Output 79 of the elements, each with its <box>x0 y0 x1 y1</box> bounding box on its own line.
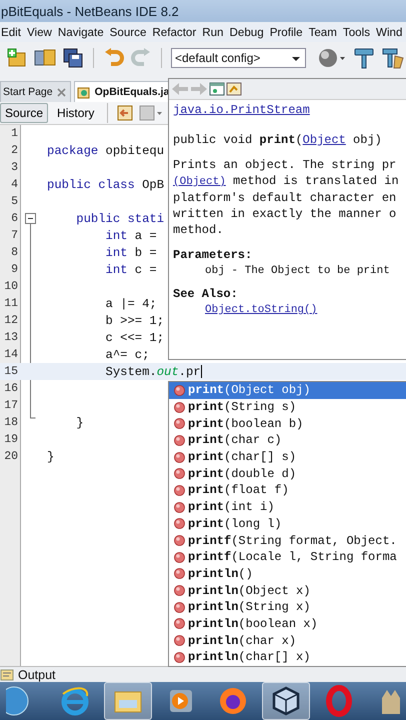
line-number: 20 <box>3 450 18 463</box>
see-also-link[interactable]: Object.toString() <box>205 304 318 316</box>
line-number: 11 <box>3 297 18 310</box>
section-heading: Parameters: <box>173 248 252 262</box>
description-line: platform's default character en <box>173 190 398 206</box>
code-line: } <box>75 416 84 430</box>
line-number: 6 <box>10 212 18 225</box>
menu-item[interactable]: Source <box>110 26 146 38</box>
code-line: c <<= 1; <box>104 330 164 344</box>
line-number: 2 <box>10 144 18 157</box>
completion-item[interactable]: println(char x) <box>169 632 406 649</box>
line-number: 13 <box>3 331 18 344</box>
line-number: 15 <box>3 365 18 378</box>
menu-item[interactable]: View <box>26 26 52 38</box>
line-number: 16 <box>3 382 18 395</box>
editor-tab[interactable]: Start Page <box>0 81 71 102</box>
completion-item[interactable]: print(long l) <box>169 516 406 532</box>
menu-item[interactable]: Edit <box>1 26 21 38</box>
completion-item[interactable]: print(char c) <box>169 432 406 449</box>
editor-view-tab[interactable]: History <box>52 103 100 123</box>
description-line: written in exactly the manner o <box>173 206 398 222</box>
description-line: Prints an object. The string pr <box>173 157 398 173</box>
line-number: 18 <box>3 416 18 429</box>
code-line: public stati <box>75 212 164 226</box>
completion-item[interactable]: print(double d) <box>169 465 406 482</box>
line-number: 19 <box>3 433 18 446</box>
section-heading: See Also: <box>173 287 238 301</box>
line-number: 12 <box>3 314 18 327</box>
line-number: 3 <box>10 161 18 174</box>
code-line: System.out.pr <box>104 364 202 378</box>
window-title: pBitEquals - NetBeans IDE 8.2 <box>1 4 179 18</box>
completion-item[interactable]: print(boolean b) <box>169 415 406 432</box>
completion-item[interactable]: println(char[] x) <box>169 649 406 666</box>
completion-item[interactable]: println(String x) <box>169 598 406 616</box>
menu-item[interactable]: Debug <box>230 26 264 38</box>
menu-item[interactable]: Wind <box>376 26 402 38</box>
menu-item[interactable]: Run <box>202 26 224 38</box>
code-line: public class OpB <box>47 178 164 192</box>
line-number: 8 <box>10 246 18 259</box>
code-line: int c = <box>104 262 157 276</box>
menu-item[interactable]: Navigate <box>58 26 104 38</box>
code-line: } <box>47 450 54 464</box>
type-link[interactable]: (Object) <box>173 176 226 188</box>
class-link[interactable]: java.io.PrintStream <box>173 103 310 117</box>
editor-view-tab[interactable]: Source <box>0 103 48 123</box>
code-line: package opbitequ <box>47 144 164 158</box>
type-link[interactable]: Object <box>302 133 346 147</box>
code-line: int a = <box>104 228 157 242</box>
line-number: 14 <box>3 348 18 361</box>
description-line: (Object) method is translated in <box>173 173 399 190</box>
menu-item[interactable]: Tools <box>342 26 370 38</box>
completion-item[interactable]: print(float f) <box>169 482 406 499</box>
menu-item[interactable]: Team <box>308 26 337 38</box>
completion-item[interactable]: println() <box>169 566 406 582</box>
method-signature: public void print(Object obj) <box>173 133 382 147</box>
line-number: 7 <box>10 229 18 242</box>
description-line: method. <box>173 222 224 238</box>
code-line: int b = <box>104 246 157 260</box>
line-number: 17 <box>3 399 18 412</box>
completion-item[interactable]: print(String s) <box>169 398 406 416</box>
completion-item[interactable]: println(boolean x) <box>169 616 406 632</box>
code-line: b >>= 1; <box>104 314 164 328</box>
line-number: 9 <box>10 263 18 276</box>
menu-item[interactable]: Profile <box>270 26 303 38</box>
menu-item[interactable]: Refactor <box>152 26 196 38</box>
config-dropdown[interactable]: <default config> <box>171 48 306 68</box>
line-number: 5 <box>10 195 18 208</box>
completion-item[interactable]: printf(Locale l, String forma <box>169 548 406 566</box>
completion-item[interactable]: print(Object obj) <box>169 382 406 399</box>
completion-item[interactable]: println(Object x) <box>169 582 406 599</box>
line-number: 1 <box>10 127 18 140</box>
parameter-description: obj - The Object to be print <box>205 265 390 277</box>
line-number: 10 <box>3 280 18 293</box>
completion-item[interactable]: print(int i) <box>169 498 406 516</box>
completion-item[interactable]: print(char[] s) <box>169 448 406 466</box>
code-line: a |= 4; <box>104 296 157 310</box>
code-line: a^= c; <box>104 348 150 362</box>
completion-item[interactable]: printf(String format, Object. <box>169 532 406 549</box>
line-number: 4 <box>10 178 18 191</box>
